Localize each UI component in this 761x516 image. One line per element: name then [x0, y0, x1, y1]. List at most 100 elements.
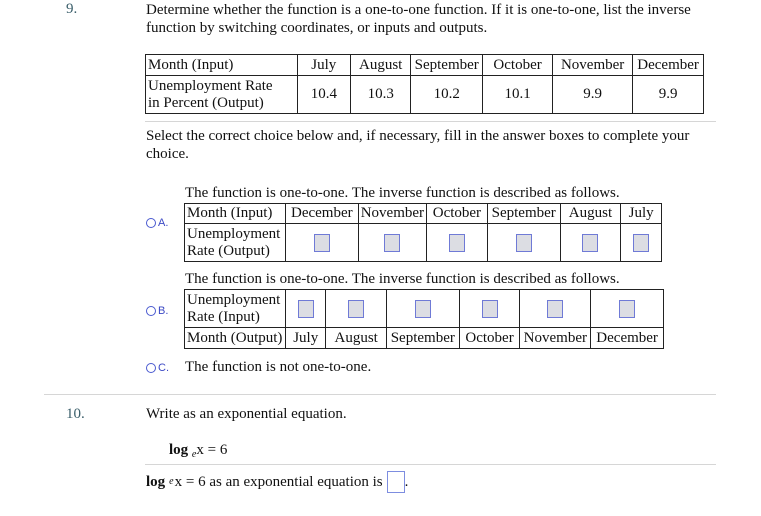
- log-operator: log: [146, 474, 166, 490]
- rate-output-header: Unemployment Rate in Percent (Output): [145, 75, 298, 114]
- month-cell: July: [296, 54, 352, 76]
- prompt-line-1: Determine whether the function is a one-…: [146, 2, 691, 18]
- month-cell: November: [519, 327, 592, 349]
- month-cell: August: [325, 327, 387, 349]
- answer-cell: [325, 289, 387, 328]
- choice-b-table: Unemployment Rate (Input) Month (Output)…: [184, 289, 664, 349]
- choice-a-caption: The function is one-to-one. The inverse …: [185, 185, 620, 201]
- month-cell: September: [385, 327, 460, 349]
- answer-box[interactable]: [582, 233, 599, 252]
- choice-c-caption: The function is not one-to-one.: [185, 359, 372, 375]
- choice-b-caption: The function is one-to-one. The inverse …: [185, 271, 620, 287]
- answer-box[interactable]: [515, 233, 532, 252]
- month-cell: July: [284, 327, 327, 349]
- month-row: Month (Input) July August September Octo…: [145, 54, 704, 76]
- question-number-9: 9.: [66, 1, 78, 17]
- rate-header-line-1: Unemployment: [187, 291, 281, 308]
- choice-a-table: Month (Input) December November October …: [184, 203, 662, 262]
- log-operator: log: [169, 442, 189, 458]
- choice-a-rate-row: Unemployment Rate (Output): [184, 223, 662, 262]
- answer-box[interactable]: [547, 299, 564, 318]
- answer-cell: [357, 223, 428, 262]
- month-input-header: Month (Input): [145, 54, 298, 76]
- month-cell: December: [632, 54, 704, 76]
- month-cell: July: [620, 203, 662, 224]
- question-10-prompt: Write as an exponential equation.: [146, 406, 347, 422]
- equation-rest: x = 6: [196, 442, 228, 458]
- log-base: e: [169, 476, 174, 487]
- choice-a-radio[interactable]: A.: [146, 217, 168, 229]
- month-cell: November: [552, 54, 634, 76]
- answer-cell: [559, 223, 622, 262]
- answer-cell: [284, 223, 359, 262]
- month-cell: October: [458, 327, 521, 349]
- divider: [145, 464, 716, 465]
- choice-c-radio[interactable]: C.: [146, 362, 169, 374]
- rate-output-header: Unemployment Rate (Output): [184, 223, 286, 262]
- month-cell: December: [590, 327, 664, 349]
- month-cell: August: [559, 203, 622, 224]
- answer-prefix: x = 6 as an exponential equation is: [174, 474, 383, 490]
- month-cell: November: [357, 203, 428, 224]
- rate-cell: 10.1: [482, 75, 554, 114]
- choice-a-month-row: Month (Input) December November October …: [184, 203, 662, 224]
- exponential-answer-input[interactable]: [386, 471, 405, 493]
- choice-b-month-row: Month (Output) July August September Oct…: [184, 327, 664, 349]
- rate-header-line-2: Rate (Input): [187, 308, 260, 325]
- answer-box[interactable]: [414, 299, 431, 318]
- answer-cell: [284, 289, 327, 328]
- log-equation: log ex = 6: [169, 441, 227, 464]
- answer-box[interactable]: [619, 299, 636, 318]
- answer-box[interactable]: [313, 233, 330, 252]
- answer-cell: [458, 289, 521, 328]
- rate-row: Unemployment Rate in Percent (Output) 10…: [145, 75, 704, 114]
- month-cell: December: [284, 203, 359, 224]
- rate-input-header: Unemployment Rate (Input): [184, 289, 286, 328]
- choice-c-label: C.: [158, 362, 169, 374]
- answer-cell: [620, 223, 662, 262]
- answer-line: log e x = 6 as an exponential equation i…: [146, 471, 408, 493]
- month-cell: October: [482, 54, 554, 76]
- divider: [145, 121, 716, 122]
- answer-cell: [385, 289, 460, 328]
- choice-b-radio[interactable]: B.: [146, 305, 168, 317]
- month-input-header: Month (Input): [184, 203, 286, 224]
- month-output-header: Month (Output): [184, 327, 286, 349]
- answer-cell: [519, 289, 592, 328]
- function-table: Month (Input) July August September Octo…: [145, 54, 704, 114]
- instruction-line-1: Select the correct choice below and, if …: [146, 128, 690, 144]
- instruction-line-2: choice.: [146, 146, 189, 162]
- rate-cell: 9.9: [632, 75, 704, 114]
- rate-cell: 10.3: [350, 75, 412, 114]
- answer-suffix: .: [404, 474, 409, 490]
- answer-cell: [426, 223, 488, 262]
- answer-box[interactable]: [384, 233, 401, 252]
- answer-cell: [486, 223, 561, 262]
- radio-circle-icon[interactable]: [146, 218, 156, 228]
- month-cell: August: [350, 54, 412, 76]
- instruction-text: Select the correct choice below and, if …: [146, 127, 689, 163]
- rate-header-line-2: Rate (Output): [187, 242, 270, 259]
- rate-header-line-1: Unemployment: [187, 225, 281, 242]
- rate-cell: 10.4: [296, 75, 352, 114]
- rate-cell: 9.9: [552, 75, 634, 114]
- month-cell: September: [410, 54, 484, 76]
- answer-box[interactable]: [448, 233, 465, 252]
- choice-a-label: A.: [158, 217, 169, 229]
- rate-header-line-2: in Percent (Output): [148, 94, 264, 111]
- answer-cell: [590, 289, 664, 328]
- prompt-line-2: function by switching coordinates, or in…: [146, 20, 488, 36]
- answer-box[interactable]: [297, 299, 314, 318]
- rate-header-line-1: Unemployment Rate: [148, 77, 273, 94]
- rate-cell: 10.2: [410, 75, 484, 114]
- choice-b-label: B.: [158, 305, 169, 317]
- radio-circle-icon[interactable]: [146, 363, 156, 373]
- answer-box[interactable]: [481, 299, 498, 318]
- radio-circle-icon[interactable]: [146, 306, 156, 316]
- choice-b-rate-row: Unemployment Rate (Input): [184, 289, 664, 328]
- question-9-prompt: Determine whether the function is a one-…: [146, 1, 691, 37]
- answer-box[interactable]: [633, 233, 650, 252]
- question-number-10: 10.: [66, 406, 85, 422]
- question-divider: [44, 394, 716, 395]
- answer-box[interactable]: [348, 299, 365, 318]
